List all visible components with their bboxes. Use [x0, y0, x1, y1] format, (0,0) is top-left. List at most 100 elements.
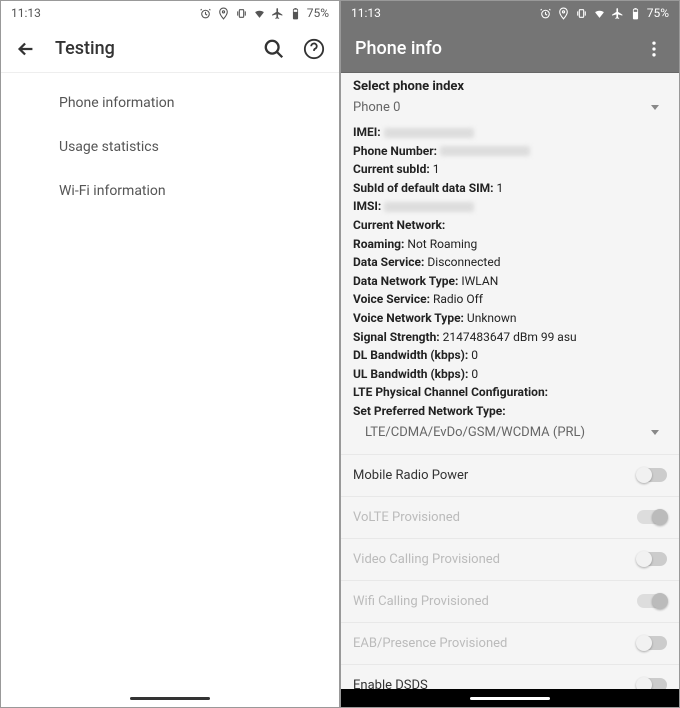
- info-line: Data Service: Disconnected: [353, 253, 667, 272]
- select-network-type[interactable]: LTE/CDMA/EvDo/GSM/WCDMA (PRL): [341, 421, 679, 448]
- alarm-icon: [199, 7, 212, 20]
- alarm-icon: [539, 7, 552, 20]
- menu-phone-information[interactable]: Phone information: [1, 81, 339, 125]
- location-icon: [217, 7, 230, 20]
- info-line: Roaming: Not Roaming: [353, 235, 667, 254]
- left-phone: 11:13 75% Testing Phone information Usag…: [0, 0, 340, 708]
- nav-bar[interactable]: [1, 689, 339, 707]
- toggle-switch[interactable]: [637, 678, 667, 689]
- info-value: 1: [496, 181, 503, 195]
- toggle-label: Wifi Calling Provisioned: [353, 594, 489, 609]
- battery-text: 75%: [647, 6, 669, 20]
- blurred-value: [384, 128, 474, 138]
- more-icon[interactable]: [643, 38, 665, 60]
- wifi-icon: [253, 7, 266, 20]
- menu-usage-statistics[interactable]: Usage statistics: [1, 125, 339, 169]
- info-value: 0: [471, 348, 478, 362]
- info-line: Phone Number:: [353, 142, 667, 161]
- blurred-value: [384, 202, 474, 212]
- status-icons: 75%: [539, 6, 669, 20]
- toggle-row: Wifi Calling Provisioned: [341, 587, 679, 616]
- info-label: Voice Network Type:: [353, 311, 467, 325]
- airplane-icon: [611, 7, 624, 20]
- divider: [341, 538, 679, 539]
- info-value: Unknown: [467, 311, 517, 325]
- airplane-icon: [271, 7, 284, 20]
- network-type-value: LTE/CDMA/EvDo/GSM/WCDMA (PRL): [365, 425, 585, 440]
- info-label: Current subId:: [353, 162, 433, 176]
- info-label: Current Network:: [353, 218, 445, 232]
- toggle-label: Video Calling Provisioned: [353, 552, 500, 567]
- toggle-knob-icon: [636, 635, 652, 651]
- menu-wifi-information[interactable]: Wi-Fi information: [1, 169, 339, 213]
- info-line: IMSI:: [353, 197, 667, 216]
- info-label: LTE Physical Channel Configuration:: [353, 385, 548, 399]
- search-icon[interactable]: [263, 38, 285, 60]
- toggle-list: Mobile Radio PowerVoLTE ProvisionedVideo…: [341, 461, 679, 690]
- toggle-knob-icon: [636, 677, 652, 689]
- info-line: IMEI:: [353, 123, 667, 142]
- select-phone-label: Select phone index: [341, 73, 679, 96]
- select-phone-index[interactable]: Phone 0: [341, 96, 679, 123]
- menu-list: Phone information Usage statistics Wi-Fi…: [1, 73, 339, 689]
- status-bar: 11:13 75%: [1, 1, 339, 25]
- toggle-switch: [637, 552, 667, 566]
- nav-handle-icon: [470, 697, 550, 700]
- info-label: Data Network Type:: [353, 274, 461, 288]
- toggle-knob-icon: [652, 509, 668, 525]
- app-bar: Testing: [1, 25, 339, 73]
- status-icons: 75%: [199, 6, 329, 20]
- info-line: DL Bandwidth (kbps): 0: [353, 346, 667, 365]
- page-title: Testing: [55, 38, 245, 59]
- info-value: Radio Off: [433, 292, 483, 306]
- page-title: Phone info: [355, 38, 625, 59]
- info-value: 2147483647 dBm 99 asu: [443, 330, 577, 344]
- info-label: Voice Service:: [353, 292, 433, 306]
- vibrate-icon: [235, 7, 248, 20]
- toggle-switch: [637, 594, 667, 608]
- info-line: LTE Physical Channel Configuration:: [353, 383, 667, 402]
- battery-text: 75%: [307, 6, 329, 20]
- info-value: 1: [433, 162, 440, 176]
- info-label: SubId of default data SIM:: [353, 181, 496, 195]
- divider: [341, 622, 679, 623]
- info-line: UL Bandwidth (kbps): 0: [353, 365, 667, 384]
- info-list: IMEI: Phone Number: Current subId: 1SubI…: [341, 123, 679, 421]
- chevron-down-icon: [651, 430, 659, 435]
- battery-icon: [629, 7, 642, 20]
- info-value: Not Roaming: [407, 237, 477, 251]
- status-bar: 11:13 75%: [341, 1, 679, 25]
- toggle-switch: [637, 636, 667, 650]
- nav-handle-icon: [130, 697, 210, 700]
- vibrate-icon: [575, 7, 588, 20]
- info-label: Roaming:: [353, 237, 407, 251]
- info-value: IWLAN: [461, 274, 498, 288]
- nav-bar[interactable]: [341, 689, 679, 707]
- toggle-row: Enable DSDS: [341, 671, 679, 690]
- divider: [341, 580, 679, 581]
- info-line: Set Preferred Network Type:: [353, 402, 667, 421]
- info-label: Signal Strength:: [353, 330, 443, 344]
- info-line: Data Network Type: IWLAN: [353, 272, 667, 291]
- help-icon[interactable]: [303, 38, 325, 60]
- toggle-label: VoLTE Provisioned: [353, 510, 460, 525]
- info-label: IMEI:: [353, 125, 384, 139]
- info-label: Phone Number:: [353, 144, 440, 158]
- content: Select phone index Phone 0 IMEI: Phone N…: [341, 73, 679, 689]
- app-bar: Phone info: [341, 25, 679, 73]
- toggle-knob-icon: [636, 467, 652, 483]
- info-value: Disconnected: [427, 255, 500, 269]
- toggle-label: EAB/Presence Provisioned: [353, 636, 507, 651]
- divider: [341, 664, 679, 665]
- back-icon[interactable]: [15, 38, 37, 60]
- toggle-knob-icon: [636, 551, 652, 567]
- select-phone-value: Phone 0: [353, 100, 400, 115]
- toggle-row: EAB/Presence Provisioned: [341, 629, 679, 658]
- info-line: Current Network:: [353, 216, 667, 235]
- toggle-row: VoLTE Provisioned: [341, 503, 679, 532]
- info-value: 0: [471, 367, 478, 381]
- blurred-value: [440, 146, 530, 156]
- toggle-switch: [637, 510, 667, 524]
- toggle-switch[interactable]: [637, 468, 667, 482]
- divider: [341, 454, 679, 455]
